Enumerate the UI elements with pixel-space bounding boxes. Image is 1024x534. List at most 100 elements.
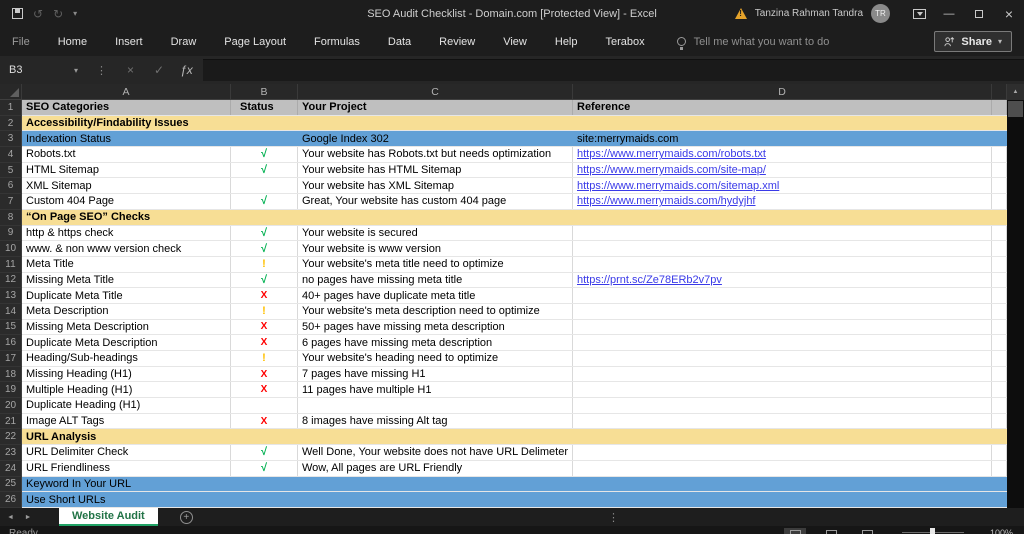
normal-view-button[interactable] xyxy=(784,528,806,534)
row-header-19[interactable]: 19 xyxy=(0,382,22,399)
ribbon-tab-insert[interactable]: Insert xyxy=(101,27,157,56)
cell-C16[interactable]: 6 pages have missing meta description xyxy=(298,335,573,350)
cell-D19[interactable] xyxy=(573,382,992,398)
cell-B21[interactable]: X xyxy=(231,413,298,429)
cell-B2[interactable] xyxy=(231,116,298,131)
cell-B24[interactable]: √ xyxy=(231,460,298,476)
cell-D2[interactable] xyxy=(573,116,992,131)
cell-sliver-1[interactable] xyxy=(992,100,1007,115)
ribbon-tab-data[interactable]: Data xyxy=(374,27,425,56)
cell-B22[interactable] xyxy=(231,429,298,444)
cell-sliver-2[interactable] xyxy=(992,116,1007,131)
ribbon-tab-draw[interactable]: Draw xyxy=(157,27,211,56)
cell-C5[interactable]: Your website has HTML Sitemap xyxy=(298,162,573,178)
row-header-18[interactable]: 18 xyxy=(0,366,22,383)
sheetbar-dots-icon[interactable]: ⋮ xyxy=(608,511,619,524)
cell-C9[interactable]: Your website is secured xyxy=(298,225,573,241)
cell-D15[interactable] xyxy=(573,319,992,335)
cell-A9[interactable]: http & https check xyxy=(22,225,231,241)
cell-A25[interactable]: Keyword In Your URL xyxy=(22,477,231,492)
cell-B17[interactable]: ! xyxy=(231,351,298,366)
column-header-A[interactable]: A xyxy=(22,84,231,99)
new-sheet-button[interactable]: + xyxy=(179,510,193,524)
cell-D17[interactable] xyxy=(573,351,992,366)
cell-D6[interactable]: https://www.merrymaids.com/sitemap.xml xyxy=(573,178,992,194)
cell-D16[interactable] xyxy=(573,335,992,350)
cell-D22[interactable] xyxy=(573,429,992,444)
cell-B18[interactable]: X xyxy=(231,366,298,382)
cell-B15[interactable]: X xyxy=(231,319,298,335)
cell-D8[interactable] xyxy=(573,210,992,225)
reference-link[interactable]: https://www.merrymaids.com/robots.txt xyxy=(577,148,766,160)
cell-A8[interactable]: “On Page SEO” Checks xyxy=(22,210,231,225)
cell-A10[interactable]: www. & non www version check xyxy=(22,241,231,256)
vertical-scrollbar-thumb[interactable] xyxy=(1008,101,1023,117)
avatar[interactable]: TR xyxy=(871,4,890,23)
cell-B3[interactable] xyxy=(231,131,298,146)
cell-A26[interactable]: Use Short URLs xyxy=(22,492,231,507)
cell-D4[interactable]: https://www.merrymaids.com/robots.txt xyxy=(573,147,992,162)
ribbon-tab-home[interactable]: Home xyxy=(44,27,101,56)
row-header-22[interactable]: 22 xyxy=(0,429,22,446)
cell-D24[interactable] xyxy=(573,460,992,476)
cell-C2[interactable] xyxy=(298,116,573,131)
cell-B19[interactable]: X xyxy=(231,382,298,398)
cell-B26[interactable] xyxy=(231,492,298,507)
cell-A23[interactable]: URL Delimiter Check xyxy=(22,445,231,460)
cell-C12[interactable]: no pages have missing meta title xyxy=(298,272,573,288)
row-header-12[interactable]: 12 xyxy=(0,272,22,289)
zoom-level[interactable]: 100% xyxy=(990,528,1013,534)
cell-C1[interactable]: Your Project xyxy=(298,100,573,115)
cell-B20[interactable] xyxy=(231,398,298,413)
ribbon-tab-view[interactable]: View xyxy=(489,27,541,56)
cell-sliver-16[interactable] xyxy=(992,335,1007,350)
row-header-14[interactable]: 14 xyxy=(0,303,22,320)
cell-sliver-25[interactable] xyxy=(992,477,1007,492)
page-layout-view-button[interactable] xyxy=(820,528,842,534)
cell-B9[interactable]: √ xyxy=(231,225,298,241)
name-box-caret-icon[interactable]: ▾ xyxy=(74,66,78,75)
cell-A5[interactable]: HTML Sitemap xyxy=(22,162,231,178)
cell-sliver-13[interactable] xyxy=(992,288,1007,303)
cell-D5[interactable]: https://www.merrymaids.com/site-map/ xyxy=(573,162,992,178)
cell-D13[interactable] xyxy=(573,288,992,303)
cell-D21[interactable] xyxy=(573,413,992,429)
cell-C13[interactable]: 40+ pages have duplicate meta title xyxy=(298,288,573,303)
row-header-2[interactable]: 2 xyxy=(0,115,22,132)
cell-A21[interactable]: Image ALT Tags xyxy=(22,413,231,429)
cell-B7[interactable]: √ xyxy=(231,194,298,209)
cell-C17[interactable]: Your website's heading need to optimize xyxy=(298,351,573,366)
cell-sliver-19[interactable] xyxy=(992,382,1007,398)
cell-B25[interactable] xyxy=(231,477,298,492)
row-header-3[interactable]: 3 xyxy=(0,131,22,148)
cell-C8[interactable] xyxy=(298,210,573,225)
cell-A1[interactable]: SEO Categories xyxy=(22,100,231,115)
row-header-24[interactable]: 24 xyxy=(0,460,22,477)
cell-B4[interactable]: √ xyxy=(231,147,298,162)
save-icon[interactable] xyxy=(12,8,23,19)
restore-button[interactable] xyxy=(964,0,994,27)
cell-C4[interactable]: Your website has Robots.txt but needs op… xyxy=(298,147,573,162)
column-header-C[interactable]: C xyxy=(298,84,573,99)
row-header-10[interactable]: 10 xyxy=(0,241,22,257)
cell-sliver-20[interactable] xyxy=(992,398,1007,413)
name-box[interactable]: B3 ▾ xyxy=(0,56,86,84)
cell-sliver-21[interactable] xyxy=(992,413,1007,429)
select-all-button[interactable] xyxy=(0,84,22,99)
column-header-D[interactable]: D xyxy=(573,84,992,99)
cell-C21[interactable]: 8 images have missing Alt tag xyxy=(298,413,573,429)
cell-C15[interactable]: 50+ pages have missing meta description xyxy=(298,319,573,335)
cell-sliver-12[interactable] xyxy=(992,272,1007,288)
cell-B11[interactable]: ! xyxy=(231,256,298,272)
cell-sliver-10[interactable] xyxy=(992,241,1007,256)
qat-customize-icon[interactable]: ▾ xyxy=(73,9,77,18)
cell-D9[interactable] xyxy=(573,225,992,241)
ribbon-display-options-button[interactable] xyxy=(904,0,934,27)
confirm-entry-button[interactable]: ✓ xyxy=(144,63,174,77)
vertical-scrollbar[interactable]: ▲ xyxy=(1007,84,1024,508)
cell-A3[interactable]: Indexation Status xyxy=(22,131,231,146)
cell-A12[interactable]: Missing Meta Title xyxy=(22,272,231,288)
row-header-4[interactable]: 4 xyxy=(0,147,22,163)
cell-A6[interactable]: XML Sitemap xyxy=(22,178,231,194)
cell-A20[interactable]: Duplicate Heading (H1) xyxy=(22,398,231,413)
